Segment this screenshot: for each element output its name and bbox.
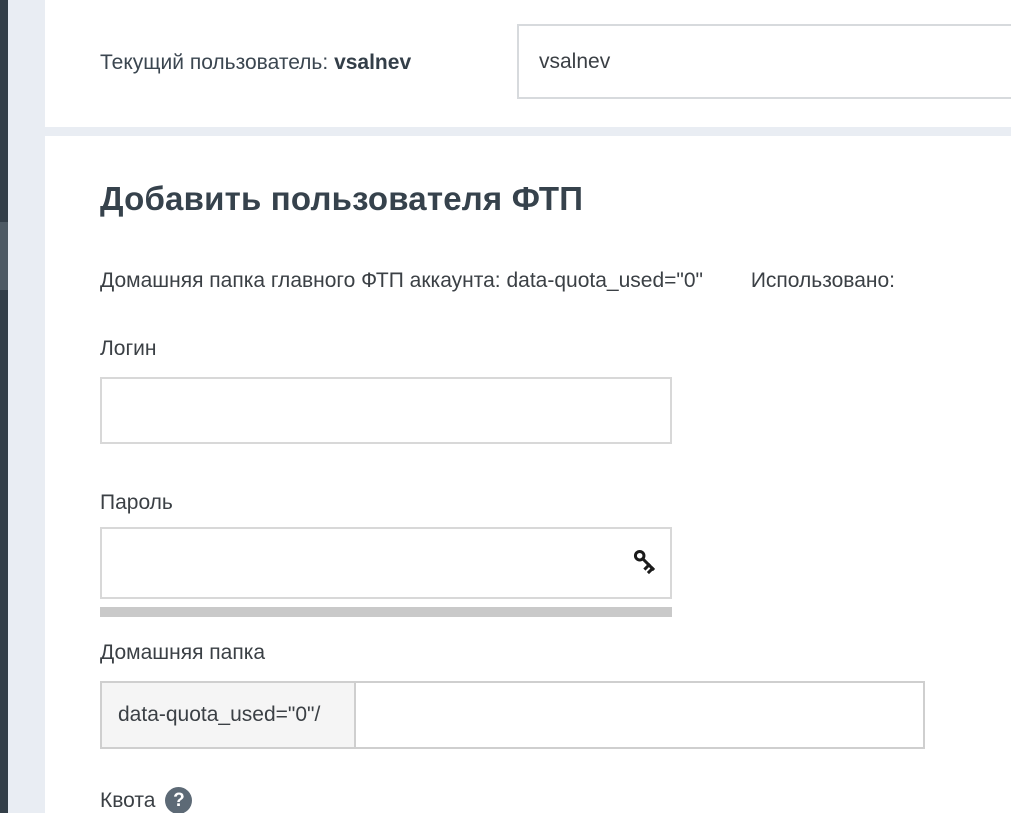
password-input[interactable]: [100, 527, 672, 599]
left-gutter: [8, 0, 45, 813]
quota-label-row: Квота ?: [100, 787, 192, 813]
current-user-value: vsalnev: [334, 51, 411, 74]
add-ftp-user-form: Добавить пользователя ФТП Домашняя папка…: [45, 136, 1011, 813]
password-label: Пароль: [100, 491, 173, 515]
used-label: Использовано:: [751, 269, 895, 292]
sidebar-active-item-edge[interactable]: [0, 222, 8, 290]
home-folder-prefix: data-quota_used="0"/: [102, 683, 356, 747]
password-strength-meter: [100, 607, 672, 617]
home-root-value: data-quota_used="0": [506, 269, 703, 292]
current-user-label: Текущий пользователь:: [100, 51, 328, 74]
home-folder-label: Домашняя папка: [100, 641, 265, 665]
password-field-wrap: [100, 527, 672, 599]
home-folder-input[interactable]: [356, 683, 923, 747]
page-title: Добавить пользователя ФТП: [100, 180, 583, 218]
current-user-text: Текущий пользователь: vsalnev: [100, 50, 411, 76]
key-icon[interactable]: [630, 546, 660, 576]
header-bar: Текущий пользователь: vsalnev: [45, 0, 1011, 127]
home-root-label: Домашняя папка главного ФТП аккаунта:: [100, 269, 501, 292]
login-label: Логин: [100, 337, 156, 361]
page: Текущий пользователь: vsalnev Добавить п…: [0, 0, 1011, 813]
home-folder-field: data-quota_used="0"/: [100, 681, 925, 749]
home-root-info: Домашняя папка главного ФТП аккаунта: da…: [100, 269, 895, 293]
card-divider: [45, 127, 1011, 136]
quota-label: Квота: [100, 789, 155, 813]
sidebar-edge: [0, 0, 8, 813]
user-select-input[interactable]: [517, 24, 1011, 99]
login-input[interactable]: [100, 377, 672, 444]
help-icon[interactable]: ?: [165, 787, 192, 813]
